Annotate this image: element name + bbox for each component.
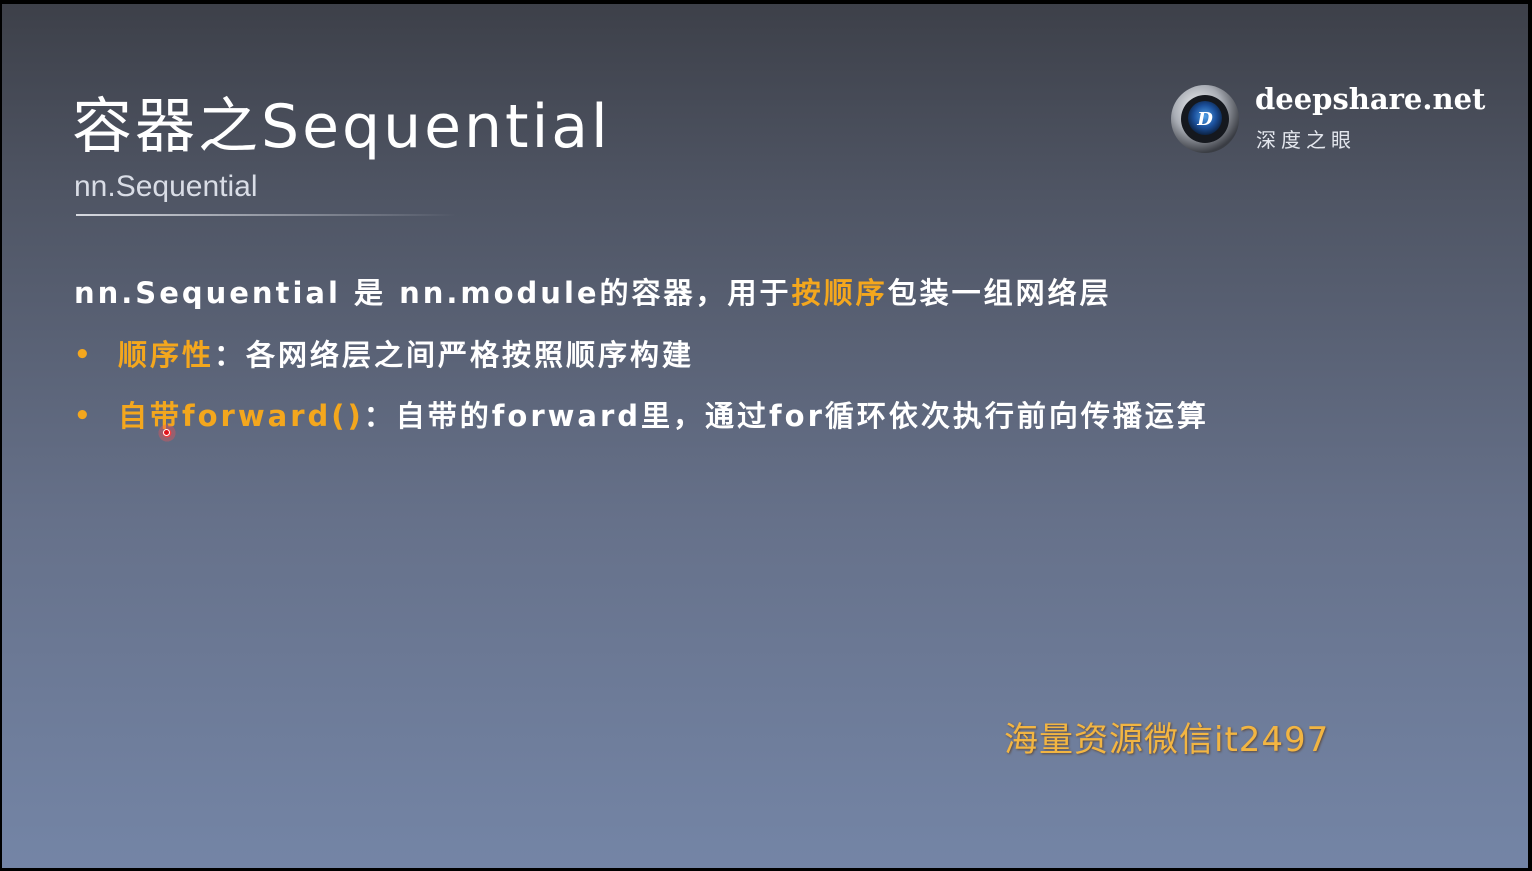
bullet-dot: • [74, 340, 94, 370]
logo-tagline: 深度之眼 [1256, 128, 1356, 152]
bullet-text: ：自带的forward里，通过for循环依次执行前向传播运算 [363, 399, 1209, 433]
watermark-text: 海量资源微信it2497 [1004, 720, 1330, 760]
bullet-text: ：各网络层之间严格按照顺序构建 [214, 338, 695, 372]
bullet-item: • 自带forward()：自带的forward里，通过for循环依次执行前向传播… [74, 393, 1209, 435]
logo-name: deepshare.net [1255, 82, 1486, 116]
deepshare-logo: D deepshare.net 深度之眼 [1170, 82, 1485, 162]
laser-pointer [157, 423, 177, 443]
bullet-dot: • [74, 401, 94, 431]
slide: 容器之Sequential nn.Sequential D deepshare.… [2, 4, 1528, 868]
intro-text-start: nn.Sequential 是 nn.module的容器，用于 [74, 276, 792, 310]
bullet-keyword: 自带forward() [118, 399, 364, 433]
title-divider [76, 214, 456, 216]
bullet-item: • 顺序性：各网络层之间严格按照顺序构建 [74, 332, 694, 374]
svg-text:D: D [1196, 109, 1213, 130]
intro-line: nn.Sequential 是 nn.module的容器，用于按顺序包装一组网络… [74, 270, 1112, 312]
bullet-keyword: 顺序性 [118, 338, 215, 372]
eye-logo-icon: D [1171, 85, 1239, 153]
intro-text-end: 包装一组网络层 [887, 276, 1112, 310]
intro-highlight: 按顺序 [791, 276, 888, 310]
slide-title: 容器之Sequential [72, 92, 611, 162]
slide-subtitle: nn.Sequential [74, 170, 258, 203]
